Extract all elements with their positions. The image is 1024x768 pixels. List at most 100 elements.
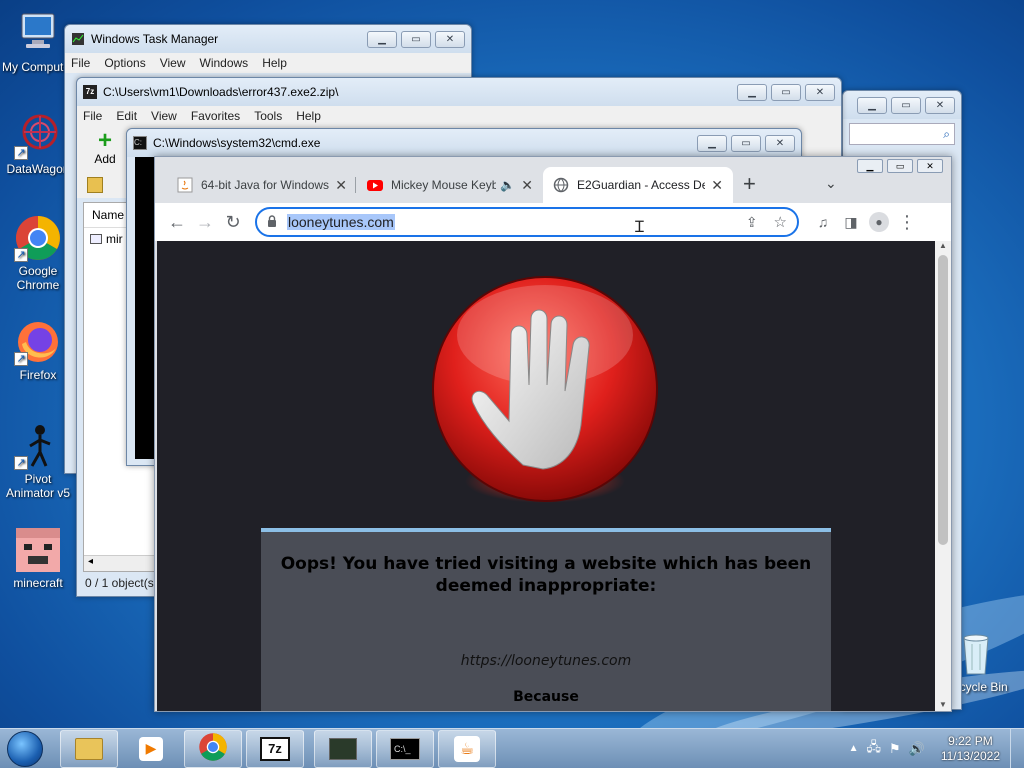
- maximize-button[interactable]: ▭: [891, 96, 921, 114]
- menu-help[interactable]: Help: [296, 109, 321, 123]
- minimize-button[interactable]: ▁: [857, 96, 887, 114]
- url-text: looneytunes.com: [287, 214, 395, 230]
- show-desktop-button[interactable]: [1010, 728, 1024, 768]
- start-button[interactable]: [0, 729, 50, 768]
- add-label: Add: [94, 152, 116, 166]
- window-title: C:\Windows\system32\cmd.exe: [153, 136, 321, 150]
- minimize-button[interactable]: ▁: [737, 83, 767, 101]
- cmd-icon: C:\_: [390, 737, 420, 760]
- volume-icon[interactable]: 🔊: [909, 741, 925, 757]
- firefox-icon: ↗: [14, 318, 62, 366]
- reload-icon[interactable]: ↻: [219, 208, 247, 236]
- add-button[interactable]: + Add: [89, 129, 121, 167]
- stop-hand-icon: [431, 275, 661, 528]
- taskbar-chrome[interactable]: [184, 729, 242, 768]
- menu-file[interactable]: File: [83, 109, 102, 123]
- show-hidden-icons-icon[interactable]: ▲: [849, 743, 859, 754]
- java-icon: ☕: [454, 735, 480, 762]
- datawagon-icon: ↗: [14, 112, 62, 160]
- tab-java[interactable]: 64-bit Java for Windows ✕: [167, 167, 357, 203]
- scroll-down-arrow-icon[interactable]: ▼: [935, 700, 951, 709]
- scroll-up-arrow-icon[interactable]: ▲: [935, 241, 951, 250]
- taskbar-7zip[interactable]: 7z: [246, 729, 304, 768]
- minimize-button[interactable]: ▁: [857, 159, 883, 173]
- forward-arrow-icon[interactable]: →: [191, 208, 219, 236]
- windows-logo-icon: [7, 730, 43, 767]
- menu-view[interactable]: View: [160, 56, 186, 70]
- close-button[interactable]: ✕: [805, 83, 835, 101]
- shortcut-arrow-icon: ↗: [14, 352, 28, 366]
- tab-close-icon[interactable]: ✕: [521, 177, 533, 194]
- tab-close-icon[interactable]: ✕: [335, 177, 347, 194]
- menu-windows[interactable]: Windows: [200, 56, 249, 70]
- taskbar: ▶ 7z C:\_ ☕ ▲ 🖧 ⚑ 🔊 9:22 PM 11/13/2022: [0, 728, 1024, 768]
- minecraft-icon: [14, 526, 62, 574]
- back-arrow-icon[interactable]: ←: [163, 208, 191, 236]
- taskbar-cmd[interactable]: C:\_: [376, 729, 434, 768]
- folder-up-icon[interactable]: [87, 177, 103, 193]
- audio-icon[interactable]: 🔈: [500, 178, 515, 192]
- side-panel-icon[interactable]: ◨: [837, 208, 865, 236]
- status-bar: 0 / 1 object(s: [85, 576, 154, 590]
- pivot-stickman-icon: ↗: [14, 422, 62, 470]
- clock[interactable]: 9:22 PM 11/13/2022: [941, 734, 1000, 764]
- desktop-icon-label: Pivot Animator v5: [5, 472, 71, 500]
- minimize-button[interactable]: ▁: [697, 134, 727, 152]
- tab-e2guardian[interactable]: E2Guardian - Access De ✕: [543, 167, 733, 203]
- task-manager-titlebar[interactable]: Windows Task Manager ▁ ▭ ✕: [65, 25, 471, 53]
- cmd-titlebar[interactable]: C: C:\Windows\system32\cmd.exe ▁ ▭ ✕: [127, 129, 801, 157]
- media-control-icon[interactable]: ♫: [809, 208, 837, 236]
- menu-file[interactable]: File: [71, 56, 90, 70]
- search-box[interactable]: ⌕: [849, 123, 955, 145]
- globe-icon: [553, 177, 569, 193]
- menu-favorites[interactable]: Favorites: [191, 109, 240, 123]
- chrome-window[interactable]: ▁ ▭ ✕ 64-bit Java for Windows ✕ Mickey M…: [154, 156, 952, 712]
- share-icon[interactable]: ⇪: [746, 214, 758, 231]
- menu-help[interactable]: Help: [262, 56, 287, 70]
- taskbar-media-player[interactable]: ▶: [122, 730, 180, 768]
- menu-options[interactable]: Options: [104, 56, 145, 70]
- desktop-icon-minecraft[interactable]: minecraft: [0, 526, 76, 590]
- profile-avatar-icon[interactable]: ●: [865, 208, 893, 236]
- maximize-button[interactable]: ▭: [731, 134, 761, 152]
- system-tray: ▲ 🖧 ⚑ 🔊 9:22 PM 11/13/2022: [849, 729, 1010, 768]
- network-icon[interactable]: 🖧: [866, 738, 881, 760]
- taskbar-explorer[interactable]: [60, 729, 118, 768]
- window-title: Windows Task Manager: [91, 32, 219, 46]
- menu-edit[interactable]: Edit: [116, 109, 137, 123]
- tab-separator: [355, 177, 356, 193]
- close-button[interactable]: ✕: [435, 30, 465, 48]
- tab-close-icon[interactable]: ✕: [711, 177, 723, 194]
- youtube-icon: [367, 177, 383, 193]
- close-button[interactable]: ✕: [925, 96, 955, 114]
- blocked-url: https://looneytunes.com: [460, 653, 632, 669]
- new-tab-button[interactable]: +: [743, 171, 756, 197]
- menu-view[interactable]: View: [151, 109, 177, 123]
- horizontal-scrollbar[interactable]: ◂: [84, 555, 156, 571]
- menu-tools[interactable]: Tools: [254, 109, 282, 123]
- bookmark-star-icon[interactable]: ☆: [774, 213, 787, 231]
- sevenzip-titlebar[interactable]: 7z C:\Users\vm1\Downloads\error437.exe2.…: [77, 78, 841, 106]
- file-icon: [90, 234, 102, 244]
- close-button[interactable]: ✕: [917, 159, 943, 173]
- action-center-flag-icon[interactable]: ⚑: [889, 741, 901, 757]
- scrollbar-thumb[interactable]: [938, 255, 948, 545]
- maximize-button[interactable]: ▭: [887, 159, 913, 173]
- close-button[interactable]: ✕: [765, 134, 795, 152]
- shortcut-arrow-icon: ↗: [14, 248, 28, 262]
- cmd-icon: C:: [133, 136, 147, 150]
- address-bar[interactable]: looneytunes.com ⇪ ☆: [255, 207, 799, 237]
- minimize-button[interactable]: ▁: [367, 30, 397, 48]
- message-panel: Oops! You have tried visiting a website …: [261, 528, 831, 711]
- maximize-button[interactable]: ▭: [771, 83, 801, 101]
- taskbar-task-manager[interactable]: [314, 729, 372, 768]
- lock-icon: [267, 214, 277, 230]
- sevenzip-icon: 7z: [83, 85, 97, 99]
- taskbar-java[interactable]: ☕: [438, 729, 496, 768]
- menu-kebab-icon[interactable]: ⋮: [893, 208, 921, 236]
- tab-search-button[interactable]: ⌄: [825, 175, 837, 192]
- background-window-titlebar[interactable]: ▁ ▭ ✕: [843, 91, 961, 119]
- tab-youtube[interactable]: Mickey Mouse Keyb 🔈 ✕: [357, 167, 543, 203]
- maximize-button[interactable]: ▭: [401, 30, 431, 48]
- page-scrollbar[interactable]: ▲ ▼: [935, 241, 951, 711]
